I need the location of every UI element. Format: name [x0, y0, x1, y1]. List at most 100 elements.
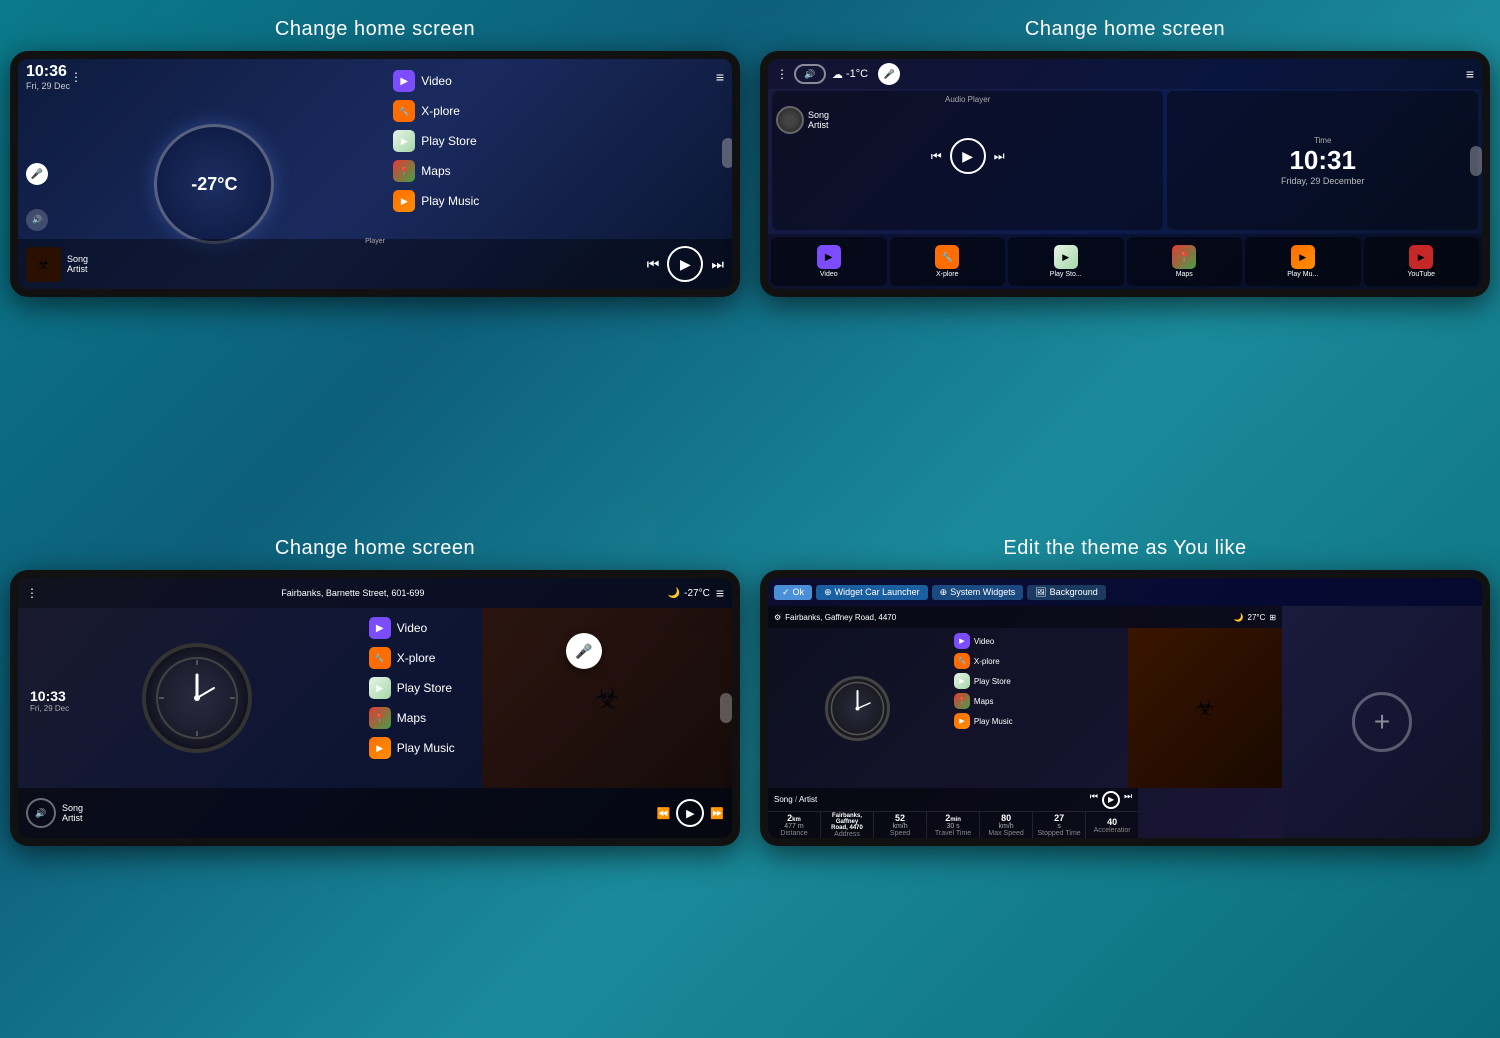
fwd-btn-3[interactable]: ⏩	[710, 807, 724, 820]
stat-maxspeed-unit: km/h	[998, 823, 1013, 830]
s3-song-info: Song Artist	[62, 803, 651, 823]
stat-distance-sub: 477 m	[784, 823, 803, 830]
scroll-handle-2[interactable]	[1470, 146, 1482, 176]
screen-2: ⋮ 🔊 ☁ -1°C 🎤 ≡ Audio Player	[768, 59, 1482, 289]
s3-artist: Artist	[62, 813, 651, 823]
s2-video-icon: ▶	[817, 245, 841, 269]
s2-bottom-apps: ▶ Video 🔧 X-plore ▶ Play Sto... 📍	[768, 234, 1482, 289]
s4-menu-maps: 📍 Maps	[952, 692, 1124, 710]
s3-album-overlay: ☣	[482, 608, 732, 788]
s3-mic-fab[interactable]: 🎤	[566, 633, 602, 669]
prev-btn-4[interactable]: ⏮	[1090, 791, 1098, 809]
s3-clock	[142, 643, 252, 753]
next-btn-4[interactable]: ⏭	[1124, 791, 1132, 809]
s1-temperature: -27°C	[154, 124, 274, 244]
time-label: Time	[1314, 136, 1331, 145]
background-button[interactable]: 🖼 Background	[1027, 585, 1105, 600]
stat-traveltime-sub: 30 s	[946, 823, 959, 830]
s4-clock-face	[828, 679, 887, 738]
cell-2: Change home screen ⋮ 🔊 ☁ -1°C 🎤 ≡	[750, 0, 1500, 519]
s4-top-bar: ✓ Ok ⊕ Widget Car Launcher ⊕ System Widg…	[768, 578, 1482, 606]
stat-address-val: Fairbanks,GaffneyRoad, 4470	[831, 813, 863, 831]
s2-temperature: -1°C	[846, 68, 868, 80]
s2-app-playstore[interactable]: ▶ Play Sto...	[1008, 237, 1124, 286]
play-btn-4[interactable]: ▶	[1102, 791, 1120, 809]
s2-app-xplore[interactable]: 🔧 X-plore	[890, 237, 1006, 286]
s4-main: ⚙ Fairbanks, Gaffney Road, 4470 🌙 27°C ⊞	[768, 606, 1482, 838]
phone-3: ⋮ Fairbanks, Barnette Street, 601-699 🌙 …	[10, 570, 740, 846]
stat-address: Fairbanks,GaffneyRoad, 4470 Address	[821, 812, 874, 838]
s1-song: Song	[67, 254, 641, 264]
stat-speed-val: 52	[895, 813, 905, 823]
s4-song: Song	[774, 795, 793, 804]
s2-weather: ☁ -1°C	[832, 68, 868, 81]
s3-maps-label: Maps	[397, 711, 426, 725]
cell-4-title: Edit the theme as You like	[1003, 537, 1246, 560]
next-btn-2[interactable]: ⏭	[994, 149, 1005, 164]
stat-address-label: Address	[834, 831, 860, 838]
prev-btn-2[interactable]: ⏮	[931, 149, 942, 164]
s1-album-art: ☣	[26, 247, 61, 282]
s2-playmusic-label: Play Mu...	[1287, 271, 1318, 278]
video-label: Video	[421, 74, 451, 88]
widget-car-launcher-button[interactable]: ⊕ Widget Car Launcher	[816, 585, 928, 600]
s3-top-bar: ⋮ Fairbanks, Barnette Street, 601-699 🌙 …	[18, 578, 732, 608]
s2-app-maps[interactable]: 📍 Maps	[1127, 237, 1243, 286]
s3-playstore-icon: ▶	[369, 677, 391, 699]
s3-clock-date: Fri, 29 Dec	[30, 704, 69, 713]
s3-xplore-label: X-plore	[397, 651, 436, 665]
s4-playmusic-icon: ▶	[954, 713, 970, 729]
cell-4: Edit the theme as You like ✓ Ok ⊕ Widget…	[750, 519, 1500, 1038]
s3-weather: 🌙 -27°C	[668, 588, 710, 599]
scroll-handle-1[interactable]	[722, 138, 732, 168]
s2-youtube-icon: ▶	[1409, 245, 1433, 269]
s4-add-widget-button[interactable]: +	[1352, 692, 1412, 752]
s3-clock-face	[152, 653, 242, 743]
stat-speed: 52 km/h Speed	[874, 812, 927, 838]
play-btn-2[interactable]: ▶	[950, 138, 986, 174]
play-btn-3[interactable]: ▶	[676, 799, 704, 827]
stat-distance-val: 2km	[787, 813, 801, 823]
s2-app-youtube[interactable]: ▶ YouTube	[1364, 237, 1480, 286]
next-btn-1[interactable]: ⏭	[711, 256, 724, 273]
s4-menu-playstore: ▶ Play Store	[952, 672, 1124, 690]
s4-inner-content: ▶ Video 🔧 X-plore ▶ Pla	[768, 628, 1282, 788]
s2-maps-icon: 📍	[1172, 245, 1196, 269]
s3-playmusic-icon: ▶	[369, 737, 391, 759]
s1-controls: ⏮ ▶ ⏭	[647, 246, 724, 282]
s3-left-panel: 10:33 Fri, 29 Dec	[18, 608, 375, 788]
phone-2: ⋮ 🔊 ☁ -1°C 🎤 ≡ Audio Player	[760, 51, 1490, 297]
s1-menu: ▶ Video 🔧 X-plore ▶ Play Store 📍	[389, 67, 732, 239]
s2-app-video[interactable]: ▶ Video	[771, 237, 887, 286]
xplore-label: X-plore	[421, 104, 460, 118]
stat-acceleration: 40 Acceleratior	[1086, 812, 1138, 838]
scroll-handle-3[interactable]	[720, 693, 732, 723]
s2-playstore-icon: ▶	[1054, 245, 1078, 269]
s1-menu-item-xplore: 🔧 X-plore	[389, 97, 724, 125]
ok-button[interactable]: ✓ Ok	[774, 585, 812, 600]
s3-playmusic-label: Play Music	[397, 741, 455, 755]
s3-video-label: Video	[397, 621, 427, 635]
s3-player-bar: 🔊 Song Artist ⏪ ▶ ⏩	[18, 788, 732, 838]
moon-icon-4: 🌙	[1234, 613, 1244, 622]
s1-mic-icon: 🎤	[26, 163, 48, 185]
rew-btn-3[interactable]: ⏪	[657, 807, 671, 820]
playstore-icon: ▶	[393, 130, 415, 152]
screen-4: ✓ Ok ⊕ Widget Car Launcher ⊕ System Widg…	[768, 578, 1482, 838]
s4-stats-row: 2km 477 m Distance Fairbanks,GaffneyRoad…	[768, 812, 1138, 838]
play-btn-1[interactable]: ▶	[667, 246, 703, 282]
s3-clock-time: 10:33	[30, 688, 66, 704]
s2-xplore-icon: 🔧	[935, 245, 959, 269]
stat-maxspeed-val: 80	[1001, 813, 1011, 823]
system-widgets-button[interactable]: ⊕ System Widgets	[932, 585, 1024, 600]
s1-artist: Artist	[67, 264, 641, 274]
s3-temperature: -27°C	[684, 588, 710, 599]
prev-btn-1[interactable]: ⏮	[647, 256, 660, 273]
s4-menu-xplore: 🔧 X-plore	[952, 652, 1124, 670]
s4-menu-playmusic: ▶ Play Music	[952, 712, 1124, 730]
s2-dots: ⋮	[776, 67, 788, 81]
grid-icon: ⊞	[1269, 613, 1276, 622]
s2-app-playmusic[interactable]: ▶ Play Mu...	[1245, 237, 1361, 286]
video-icon: ▶	[393, 70, 415, 92]
s4-maps-icon: 📍	[954, 693, 970, 709]
